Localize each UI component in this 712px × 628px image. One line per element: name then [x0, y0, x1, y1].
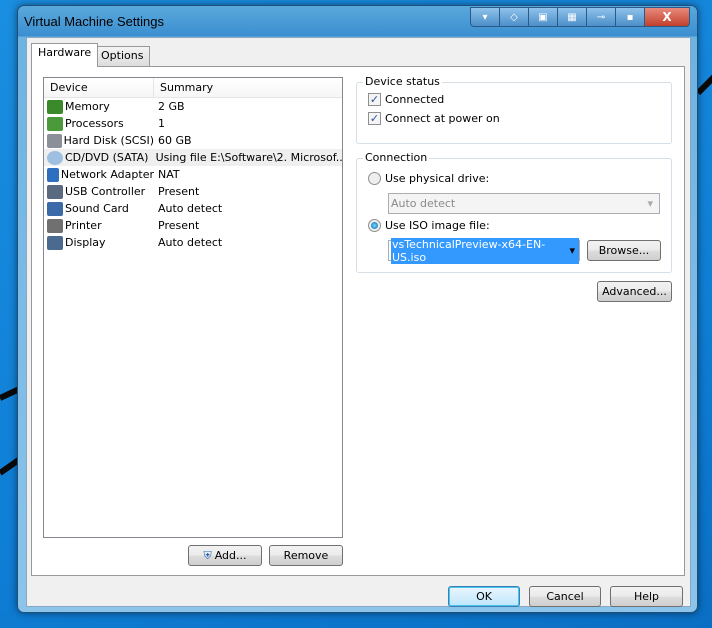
connection-group: Connection Use physical drive: Auto dete…: [356, 151, 672, 273]
summary-cell: Auto detect: [158, 202, 223, 215]
summary-cell: 2 GB: [158, 100, 185, 113]
device-cell: Processors: [44, 116, 154, 131]
connect-at-power-on-checkbox[interactable]: ✓ Connect at power on: [368, 112, 500, 125]
summary-cell: Auto detect: [158, 236, 223, 249]
connected-checkbox[interactable]: ✓ Connected: [368, 93, 444, 106]
device-status-group: Device status ✓ Connected ✓ Connect at pow…: [356, 75, 672, 144]
add-button[interactable]: ⛨ Add...: [188, 545, 262, 566]
checkbox-checked-icon: ✓: [368, 93, 381, 106]
iso-file-combo[interactable]: vsTechnicalPreview-x64-EN-US.iso ▾: [388, 237, 580, 264]
summary-cell: Present: [158, 219, 200, 232]
device-row[interactable]: Memory 2 GB: [44, 98, 342, 115]
sound-card-icon: [47, 201, 63, 216]
minimize-icon[interactable]: ▪: [615, 7, 645, 27]
remove-button[interactable]: Remove: [269, 545, 343, 566]
device-cell: Memory: [44, 99, 154, 114]
device-row[interactable]: Processors 1: [44, 115, 342, 132]
device-status-label: Device status: [363, 75, 442, 88]
window-title: Virtual Machine Settings: [24, 14, 164, 29]
advanced-button[interactable]: Advanced...: [597, 281, 672, 302]
physical-drive-select[interactable]: Auto detect ▾: [388, 193, 660, 214]
device-row[interactable]: Sound Card Auto detect: [44, 200, 342, 217]
device-cell: CD/DVD (SATA): [44, 150, 152, 165]
device-row[interactable]: Printer Present: [44, 217, 342, 234]
display-icon: [47, 235, 63, 250]
device-row[interactable]: CD/DVD (SATA) Using file E:\Software\2. M…: [44, 149, 342, 166]
browse-button[interactable]: Browse...: [587, 240, 661, 261]
summary-cell: Present: [158, 185, 200, 198]
device-cell: USB Controller: [44, 184, 154, 199]
use-physical-drive-radio[interactable]: Use physical drive:: [368, 172, 489, 185]
dropdown-arrow-icon: ▾: [647, 197, 653, 210]
column-header-device[interactable]: Device: [44, 78, 154, 97]
close-icon[interactable]: X: [644, 7, 690, 27]
summary-cell: NAT: [158, 168, 180, 181]
device-cell: Display: [44, 235, 154, 250]
cancel-button[interactable]: Cancel: [529, 586, 601, 607]
summary-cell: 60 GB: [158, 134, 192, 147]
unity-icon[interactable]: ▦: [557, 7, 587, 27]
device-row[interactable]: Hard Disk (SCSI) 60 GB: [44, 132, 342, 149]
tab-options[interactable]: Options: [94, 46, 151, 66]
shield-icon: ⛨: [203, 548, 212, 562]
device-row[interactable]: Display Auto detect: [44, 234, 342, 251]
device-cell: Hard Disk (SCSI): [44, 133, 154, 148]
memory-icon: [47, 99, 63, 114]
cd-dvd-icon: [47, 150, 63, 165]
column-header-summary[interactable]: Summary: [154, 78, 219, 97]
tab-hardware[interactable]: Hardware: [31, 43, 99, 67]
connection-label: Connection: [363, 151, 430, 164]
device-cell: Sound Card: [44, 201, 154, 216]
checkbox-checked-icon: ✓: [368, 112, 381, 125]
usb-icon: [47, 184, 63, 199]
processor-icon: [47, 116, 63, 131]
device-list[interactable]: Device Summary Memory 2 GB Processors 1 Hard …: [43, 77, 343, 538]
radio-selected-icon: [368, 219, 381, 232]
device-row[interactable]: Network Adapter NAT: [44, 166, 342, 183]
collapse-icon[interactable]: ▾: [470, 7, 500, 27]
dropdown-arrow-icon[interactable]: ▾: [569, 244, 575, 257]
device-row[interactable]: USB Controller Present: [44, 183, 342, 200]
enter-icon[interactable]: ▣: [528, 7, 558, 27]
summary-cell: 1: [158, 117, 165, 130]
hard-disk-icon: [47, 133, 62, 148]
ok-button[interactable]: OK: [448, 586, 520, 607]
fit-icon[interactable]: ◇: [499, 7, 529, 27]
network-adapter-icon: [47, 167, 59, 182]
help-button[interactable]: Help: [610, 586, 683, 607]
device-cell: Network Adapter: [44, 167, 154, 182]
summary-cell: Using file E:\Software\2. Microsof...: [155, 151, 342, 164]
printer-icon: [47, 218, 63, 233]
dialog-window: Virtual Machine Settings ▾ ◇ ▣ ▦ ⊸ ▪ X H…: [17, 5, 698, 613]
device-cell: Printer: [44, 218, 154, 233]
radio-icon: [368, 172, 381, 185]
connect-icon[interactable]: ⊸: [586, 7, 616, 27]
use-iso-image-radio[interactable]: Use ISO image file:: [368, 219, 490, 232]
